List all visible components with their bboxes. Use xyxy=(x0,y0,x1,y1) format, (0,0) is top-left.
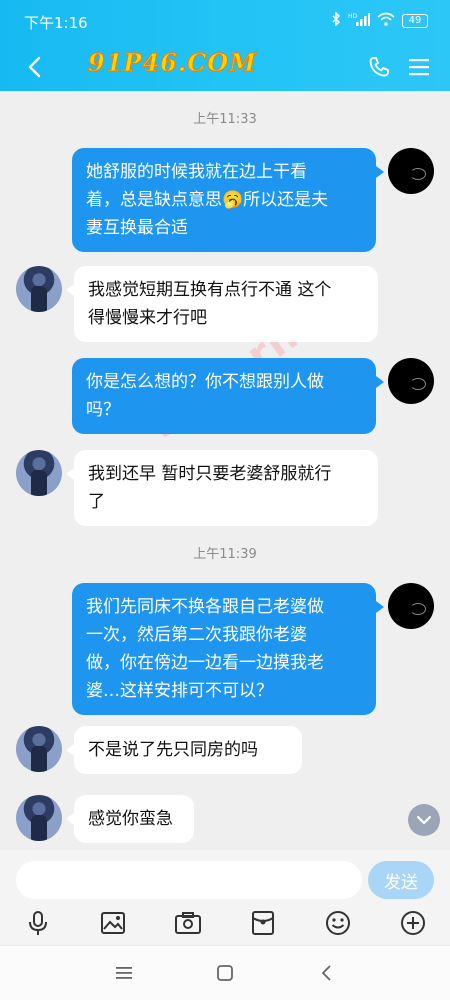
timestamp: 上午11:33 xyxy=(193,112,257,127)
message-line: 妻互换最合适 xyxy=(86,218,188,238)
message-line: 我到还早 暂时只要老婆舒服就行 xyxy=(88,464,332,484)
contact-avatar[interactable] xyxy=(16,726,62,772)
chat-title: 91P46.COM xyxy=(88,48,257,78)
message-bubble-outgoing[interactable]: 她舒服的时候我就在边上干看 着，总是缺点意思🥱所以还是夫 妻互换最合适 xyxy=(72,148,376,252)
system-back-button[interactable] xyxy=(313,960,339,986)
message-bubble-incoming[interactable]: 感觉你蛮急 xyxy=(74,795,194,843)
message-bubble-incoming[interactable]: 我到还早 暂时只要老婆舒服就行 了 xyxy=(74,450,378,526)
microphone-icon xyxy=(29,911,47,935)
timestamp: 上午11:39 xyxy=(193,547,257,562)
bubble-tail xyxy=(376,376,384,388)
message-bubble-outgoing[interactable]: 我们先同床不换各跟自己老婆做 一次，然后第二次我跟你老婆 做，你在傍边一边看一边… xyxy=(72,583,376,715)
triangle-back-icon xyxy=(322,965,331,981)
message-line: 着，总是缺点意思🥱所以还是夫 xyxy=(86,190,329,210)
red-packet-button[interactable] xyxy=(248,908,278,938)
message-input[interactable] xyxy=(16,861,362,899)
my-avatar[interactable] xyxy=(388,148,434,194)
image-icon xyxy=(101,912,125,934)
square-icon xyxy=(217,965,233,981)
message-line: 做，你在傍边一边看一边摸我老 xyxy=(86,653,324,673)
message-line: 一次，然后第二次我跟你老婆 xyxy=(86,625,307,645)
chat-area[interactable]: 91porn.om 上午11:33 她舒服的时候我就在边上干看 着，总是缺点意思… xyxy=(0,91,450,850)
my-avatar[interactable] xyxy=(388,583,434,629)
message-line: 了 xyxy=(88,492,105,512)
home-button[interactable] xyxy=(212,960,238,986)
my-avatar[interactable] xyxy=(388,358,434,404)
menu-lines-icon xyxy=(116,967,132,979)
message-bubble-outgoing[interactable]: 你是怎么想的？你不想跟别人做 吗？ xyxy=(72,358,376,434)
phone-icon xyxy=(369,57,389,77)
message-line: 婆…这样安排可不可以？ xyxy=(86,681,273,701)
input-bar: 发送 xyxy=(0,850,450,945)
recent-apps-button[interactable] xyxy=(111,960,137,986)
status-time: 下午1:16 xyxy=(24,14,88,32)
bubble-tail xyxy=(66,744,74,756)
bubble-tail xyxy=(66,468,74,480)
message-line: 感觉你蛮急 xyxy=(88,809,173,829)
bluetooth-icon xyxy=(331,11,341,29)
red-packet-icon xyxy=(252,911,274,935)
menu-button[interactable] xyxy=(404,52,434,82)
message-bubble-incoming[interactable]: 不是说了先只同房的吗 xyxy=(74,726,302,774)
message-line: 吗？ xyxy=(86,400,120,420)
scroll-to-bottom-button[interactable] xyxy=(408,804,440,836)
system-navigation-bar xyxy=(0,945,450,1000)
contact-avatar[interactable] xyxy=(16,450,62,496)
bubble-tail xyxy=(376,601,384,613)
contact-avatar[interactable] xyxy=(16,795,62,841)
message-line: 不是说了先只同房的吗 xyxy=(88,740,258,760)
message-line: 得慢慢来才行吧 xyxy=(88,308,207,328)
title-bar: 91P46.COM xyxy=(0,44,450,91)
camera-icon xyxy=(175,912,201,934)
wifi-icon xyxy=(377,12,395,29)
image-button[interactable] xyxy=(98,908,128,938)
status-bar: 下午1:16 HD 49 xyxy=(0,0,450,44)
plus-icon xyxy=(401,911,425,935)
menu-icon xyxy=(409,59,429,76)
battery-icon: 49 xyxy=(402,13,428,28)
header-bar: 下午1:16 HD 49 91P46.COM xyxy=(0,0,450,91)
emoji-icon xyxy=(326,911,350,935)
message-line: 你是怎么想的？你不想跟别人做 xyxy=(86,372,324,392)
back-button[interactable] xyxy=(20,50,48,84)
svg-text:HD: HD xyxy=(348,13,358,20)
more-button[interactable] xyxy=(398,908,428,938)
bubble-tail xyxy=(66,284,74,296)
message-bubble-incoming[interactable]: 我感觉短期互换有点行不通 这个 得慢慢来才行吧 xyxy=(74,266,378,342)
camera-button[interactable] xyxy=(173,908,203,938)
message-line: 我们先同床不换各跟自己老婆做 xyxy=(86,597,324,617)
bubble-tail xyxy=(66,813,74,825)
chevron-left-icon xyxy=(28,56,41,78)
emoji-button[interactable] xyxy=(323,908,353,938)
voice-button[interactable] xyxy=(23,908,53,938)
status-icons: HD 49 xyxy=(331,11,428,29)
message-line: 她舒服的时候我就在边上干看 xyxy=(86,162,307,182)
contact-avatar[interactable] xyxy=(16,266,62,312)
message-line: 我感觉短期互换有点行不通 这个 xyxy=(88,280,332,300)
call-button[interactable] xyxy=(364,52,394,82)
chevron-down-icon xyxy=(416,815,432,825)
send-button[interactable]: 发送 xyxy=(368,861,434,899)
signal-icon: HD xyxy=(348,12,370,29)
bubble-tail xyxy=(376,166,384,178)
